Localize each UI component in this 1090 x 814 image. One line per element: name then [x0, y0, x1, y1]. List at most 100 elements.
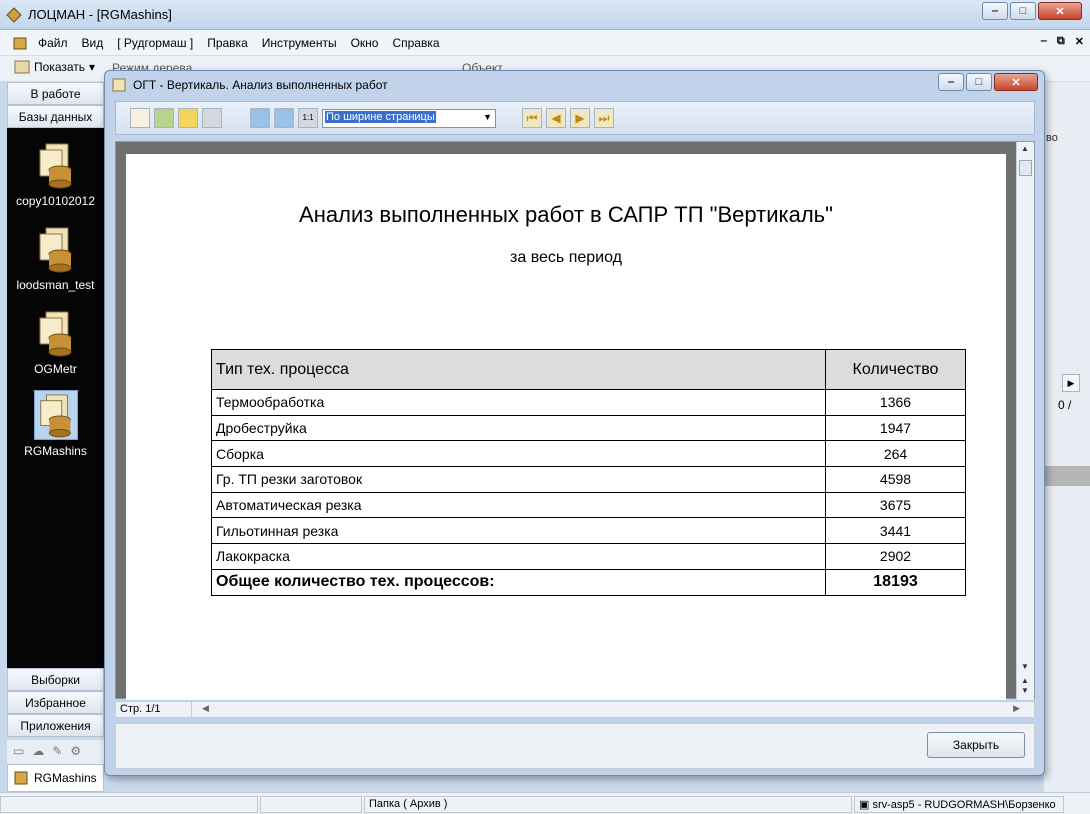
database-item[interactable]: copy10102012: [7, 140, 104, 208]
zoom-value: По ширине страницы: [325, 111, 436, 123]
count-cell: 264: [825, 440, 966, 468]
database-label: OGMetr: [34, 362, 77, 376]
nav-in-work-button[interactable]: В работе: [7, 82, 104, 105]
report-subtitle: за весь период: [510, 249, 622, 266]
show-icon: [14, 60, 30, 74]
show-label: Показать: [34, 60, 86, 74]
count-cell: 1366: [825, 389, 966, 416]
chevron-down-icon: ▾: [89, 60, 96, 74]
doc-tab[interactable]: RGMashins: [7, 764, 104, 792]
database-item[interactable]: RGMashins: [7, 390, 104, 458]
database-item[interactable]: OGMetr: [7, 308, 104, 376]
scroll-right-button[interactable]: ▶: [1062, 374, 1080, 392]
mdi-minimize-button[interactable]: ‒: [1041, 35, 1047, 48]
menu-bar: Файл Вид [ Рудгормаш ] Правка Инструменты Окн…: [0, 30, 1090, 56]
close-button[interactable]: ✕: [1038, 2, 1082, 20]
minimize-button[interactable]: ‒: [982, 2, 1008, 20]
database-item[interactable]: loodsman_test: [7, 224, 104, 292]
scroll-thumb[interactable]: [1019, 160, 1032, 176]
first-page-icon[interactable]: ⏮: [522, 108, 542, 128]
prev-page-icon[interactable]: ◀: [546, 108, 566, 128]
menu-item[interactable]: Справка: [392, 36, 439, 50]
dialog-button-panel: [115, 723, 1035, 769]
count-cell: 2902: [825, 543, 966, 570]
page-width-icon[interactable]: [274, 108, 294, 128]
status-cell-2: [260, 796, 362, 813]
process-type-cell: Гр. ТП резки заготовок: [211, 466, 826, 493]
pin-icon[interactable]: ✎: [52, 744, 62, 760]
menu-item[interactable]: [ Рудгормаш ]: [117, 36, 193, 50]
dialog-window-controls: ‒ □ ✕: [938, 73, 1038, 91]
database-icon: [14, 771, 28, 785]
menu-item[interactable]: Файл: [38, 36, 68, 50]
status-bar: Папка ( Архив ) ▣ srv-asp5 - RUDGORMASH\…: [0, 792, 1090, 814]
scroll-down-icon[interactable]: ▼: [1021, 662, 1029, 671]
doc-tab-label: RGMashins: [34, 771, 97, 785]
dialog-close-x-button[interactable]: ✕: [994, 73, 1038, 91]
save-icon[interactable]: [178, 108, 198, 128]
actual-size-icon[interactable]: 1:1: [298, 108, 318, 128]
database-label: RGMashins: [24, 444, 87, 458]
status-cell-1: [0, 796, 258, 813]
process-type-cell: Дробеструйка: [211, 414, 826, 442]
process-type-cell: Сборка: [211, 440, 826, 468]
scroll-left-icon[interactable]: ◀: [202, 703, 209, 714]
cloud-icon[interactable]: ☁: [32, 744, 44, 760]
menu-item[interactable]: Окно: [351, 36, 379, 50]
column-header-type: Тип тех. процесса: [211, 349, 826, 390]
mdi-restore-button[interactable]: ⧉: [1057, 35, 1065, 48]
page-down-icon[interactable]: ▼: [1021, 686, 1029, 695]
whole-page-icon[interactable]: [250, 108, 270, 128]
database-icon: [39, 311, 71, 357]
table-row: Сборка 264: [211, 440, 966, 468]
database-list: copy10102012 loodsman_test OGMetr RGMashins: [7, 128, 104, 668]
database-icon: [39, 143, 71, 189]
nav-databases-button[interactable]: Базы данных: [7, 105, 104, 128]
database-icon: [13, 37, 27, 50]
dialog-minimize-button[interactable]: ‒: [938, 73, 964, 91]
dialog-maximize-button[interactable]: □: [966, 73, 992, 91]
process-type-cell: Гильотинная резка: [211, 517, 826, 545]
process-type-cell: Термообработка: [211, 389, 826, 416]
scroll-up-icon[interactable]: ▲: [1021, 144, 1029, 153]
background-counter: 0 /: [1058, 398, 1072, 412]
table-row: Лакокраска 2902: [211, 543, 966, 570]
last-page-icon[interactable]: ⏭: [594, 108, 614, 128]
tool-icon[interactable]: ⚙: [70, 744, 81, 760]
process-type-cell: Лакокраска: [211, 543, 826, 570]
total-row: Общее количество тех. процессов: 18193: [211, 568, 966, 596]
nav-icon-strip: ▭ ☁ ✎ ⚙: [7, 740, 104, 764]
table-header-row: Тип тех. процесса Количество: [211, 349, 966, 390]
vertical-scrollbar[interactable]: ▲ ▼ ▲ ▼: [1016, 142, 1034, 700]
folder-icon[interactable]: ▭: [13, 744, 24, 760]
nav-bottom-buttons: Выборки Избранное Приложения: [7, 668, 104, 737]
show-button[interactable]: Показать ▾: [14, 60, 95, 74]
export-icon[interactable]: [154, 108, 174, 128]
print-icon[interactable]: [202, 108, 222, 128]
status-folder: Папка ( Архив ): [364, 796, 852, 813]
mdi-close-button[interactable]: ✕: [1075, 35, 1084, 48]
report-title: Анализ выполненных работ в САПР ТП "Верт…: [299, 202, 833, 227]
scroll-right-icon[interactable]: ▶: [1013, 703, 1020, 714]
menu-item[interactable]: Правка: [207, 36, 248, 50]
report-table: Тип тех. процесса Количество Термообрабо…: [211, 349, 966, 596]
count-cell: 1947: [825, 414, 966, 442]
close-dialog-button[interactable]: Закрыть: [927, 732, 1025, 758]
menu-item[interactable]: Вид: [82, 36, 104, 50]
background-panel: во ▶ 0 /: [1044, 82, 1090, 792]
nav-top-buttons: В работе Базы данных: [7, 82, 104, 128]
background-row: [1044, 466, 1090, 486]
nav-selections-button[interactable]: Выборки: [7, 668, 104, 691]
page-up-icon[interactable]: ▲: [1021, 676, 1029, 685]
nav-applications-button[interactable]: Приложения: [7, 714, 104, 737]
window-title: ЛОЦМАН - [RGMashins]: [28, 7, 172, 22]
report-page: Анализ выполненных работ в САПР ТП "Верт…: [126, 154, 1006, 700]
zoom-select[interactable]: По ширине страницы ▼: [322, 109, 496, 128]
report-icon: [112, 78, 126, 92]
nav-favorites-button[interactable]: Избранное: [7, 691, 104, 714]
menu-item[interactable]: Инструменты: [262, 36, 337, 50]
edit-icon[interactable]: [130, 108, 150, 128]
next-page-icon[interactable]: ▶: [570, 108, 590, 128]
maximize-button[interactable]: □: [1010, 2, 1036, 20]
total-count-cell: 18193: [825, 568, 966, 596]
